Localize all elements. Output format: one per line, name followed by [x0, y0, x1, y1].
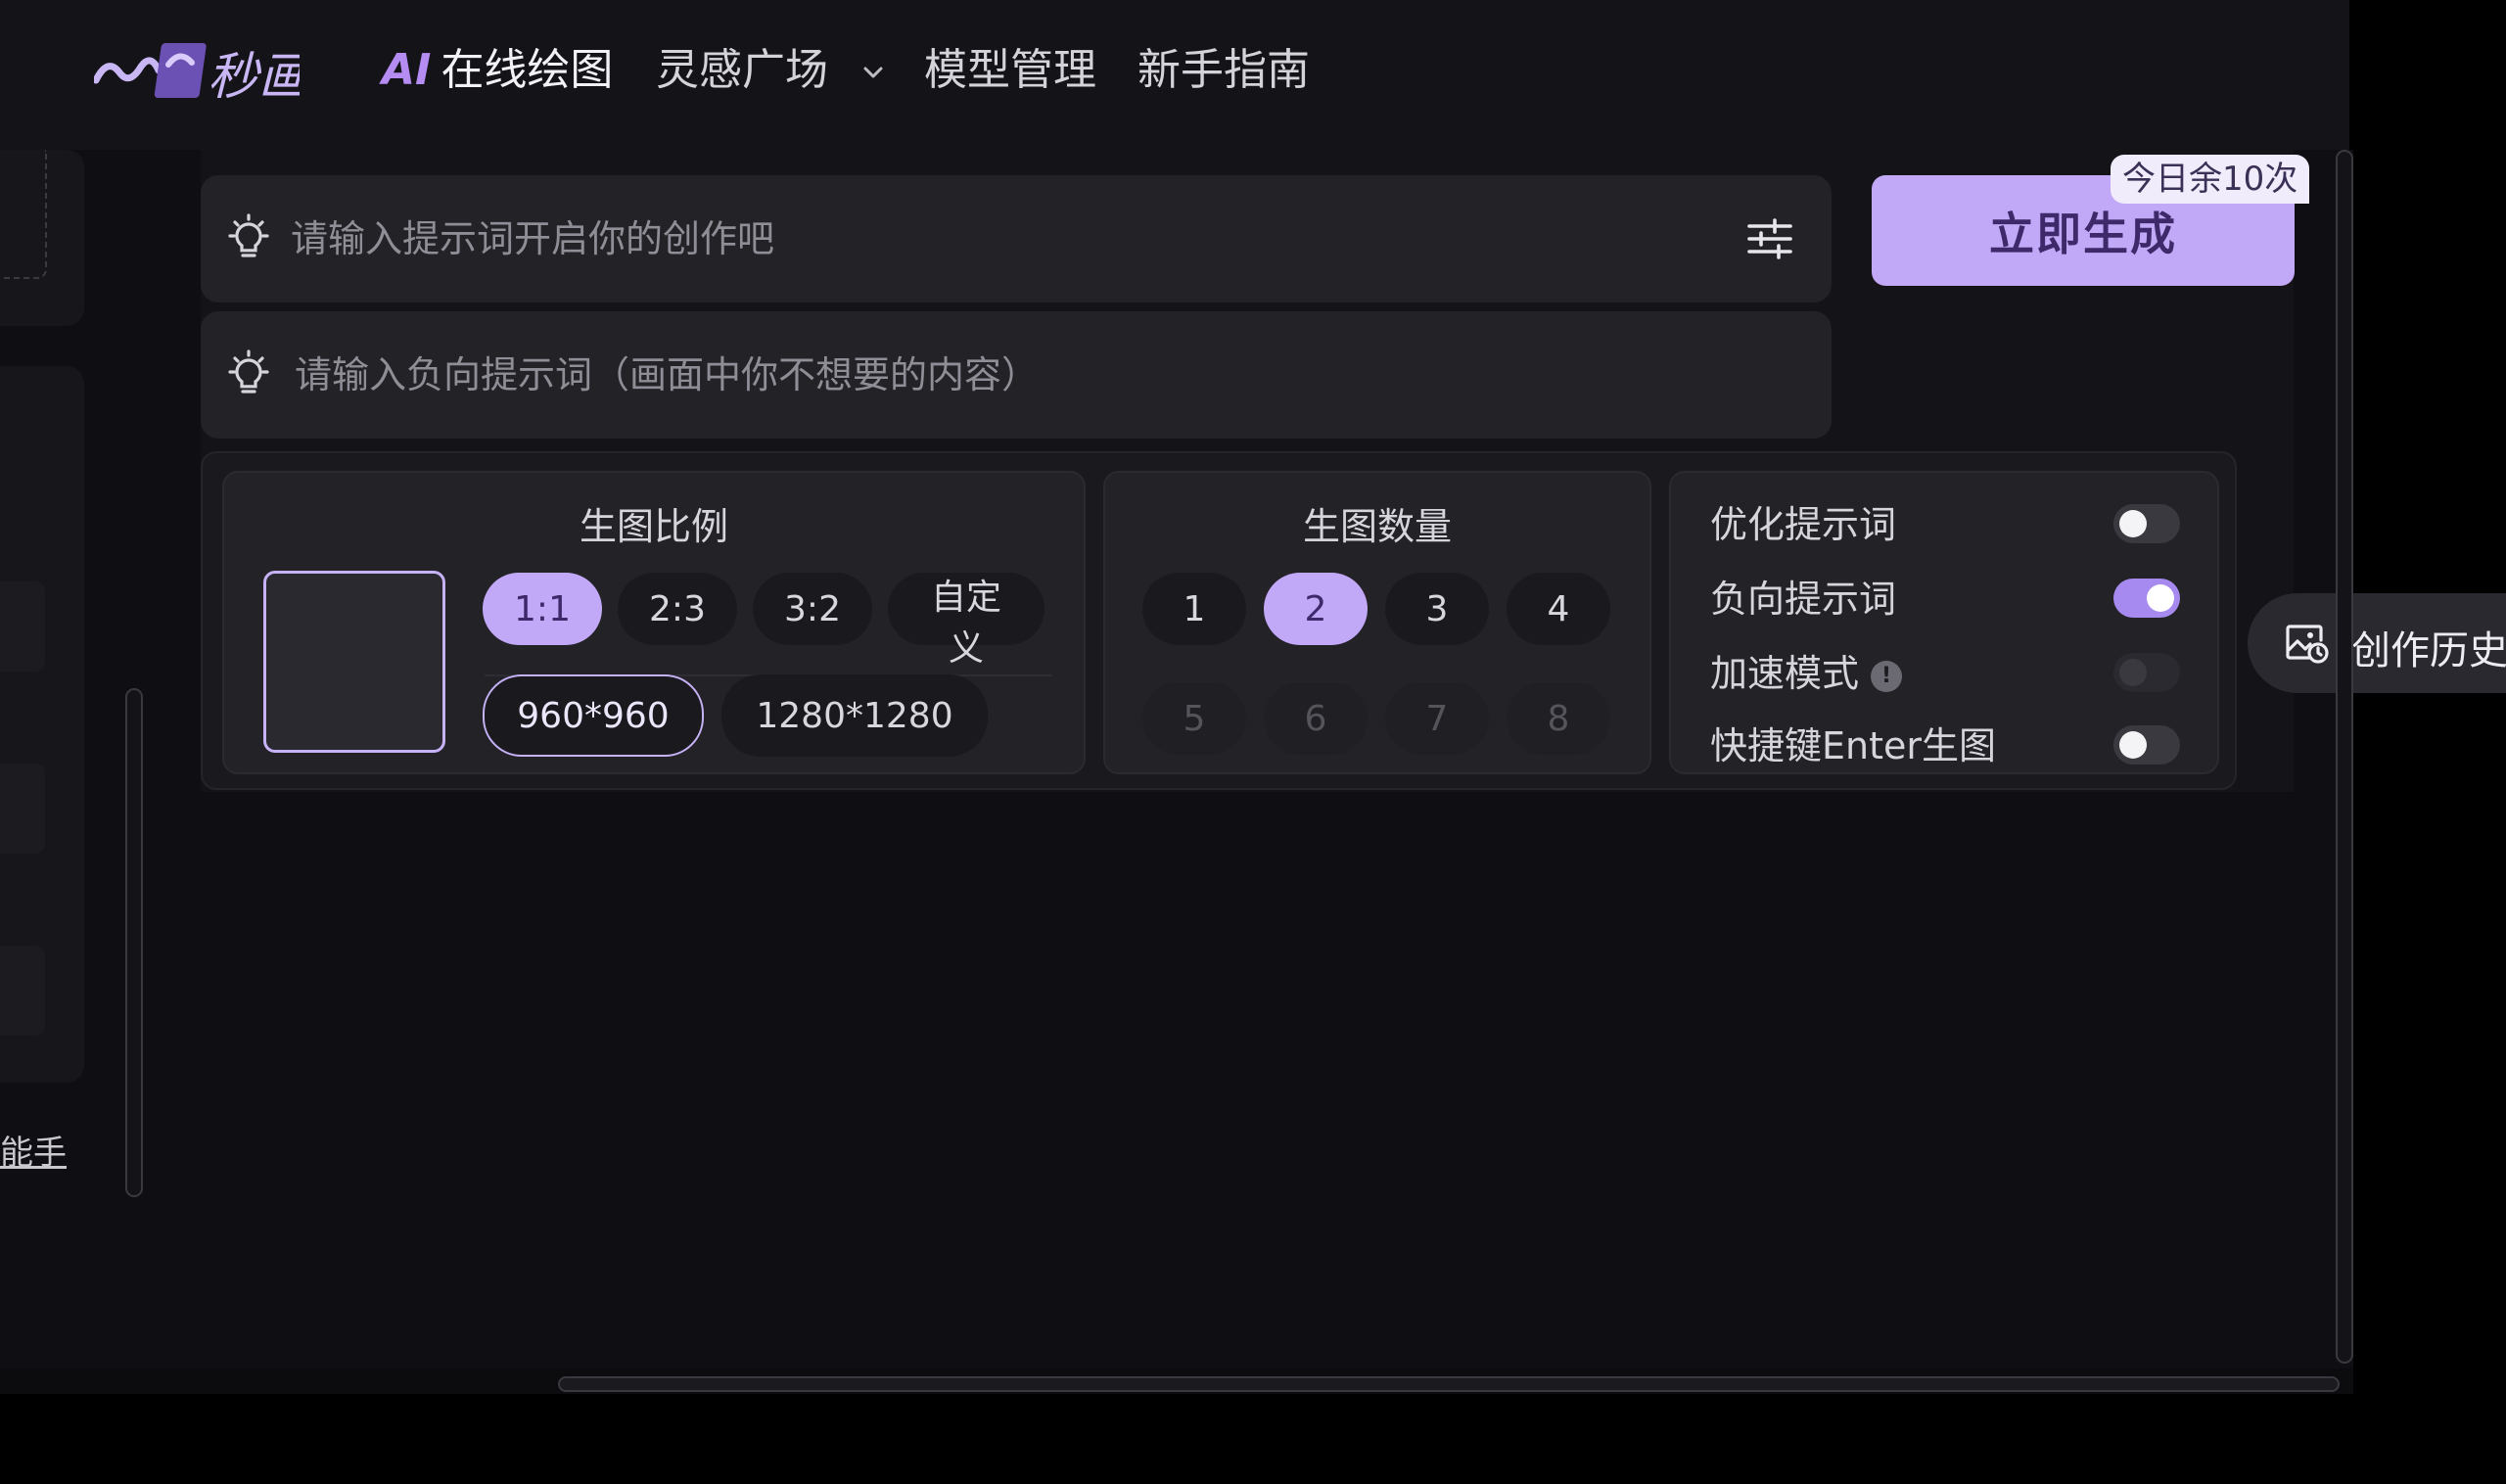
nav-online-drawing[interactable]: AI 在线绘图	[382, 39, 613, 102]
count-option-5[interactable]: 5	[1142, 682, 1246, 755]
main-vertical-scrollbar[interactable]	[2336, 150, 2353, 1364]
main-horizontal-scrollbar[interactable]	[558, 1376, 2340, 1392]
count-option-3[interactable]: 3	[1385, 573, 1489, 645]
left-option-slot[interactable]	[0, 581, 45, 672]
count-title: 生图数量	[1302, 505, 1452, 548]
count-section: 生图数量 1 2 3 4 5 6 7 8	[1103, 471, 1651, 774]
creation-history-label: 创作历史	[2351, 628, 2506, 673]
app-viewport: 秒画 AI 在线绘图 灵感广场 模型管理 新手指南 能手 请输入提示词开启你的创…	[0, 0, 2506, 1484]
lightbulb-icon	[228, 349, 269, 394]
toggle-negative-prompt[interactable]	[2113, 579, 2180, 618]
nav-model-management[interactable]: 模型管理	[924, 39, 1096, 102]
option-accelerate-text: 加速模式	[1710, 652, 1860, 695]
info-icon[interactable]: !	[1871, 660, 1903, 692]
ratio-preview	[263, 571, 445, 753]
count-option-4[interactable]: 4	[1507, 573, 1610, 645]
option-optimize-prompt-label: 优化提示词	[1710, 503, 1897, 546]
left-guide-link[interactable]: 能手	[0, 1126, 67, 1174]
toggle-optimize-prompt[interactable]	[2113, 504, 2180, 543]
count-option-1[interactable]: 1	[1142, 573, 1246, 645]
count-option-6[interactable]: 6	[1264, 682, 1368, 755]
nav-beginner-guide[interactable]: 新手指南	[1137, 39, 1310, 102]
nav-model-management-label: 模型管理	[924, 45, 1096, 95]
sliders-settings-icon[interactable]	[1743, 212, 1796, 265]
image-history-icon	[2286, 625, 2329, 664]
nav-inspiration-label: 灵感广场	[656, 45, 828, 95]
nav-ai-label: AI	[382, 45, 432, 95]
chevron-down-icon	[863, 67, 883, 78]
negative-prompt-input[interactable]	[295, 341, 1685, 409]
left-option-slot[interactable]	[0, 946, 45, 1036]
brand-name: 秒画	[208, 48, 300, 106]
ratio-option-3-2[interactable]: 3:2	[753, 573, 872, 645]
option-enter-shortcut-label: 快捷键Enter生图	[1710, 724, 1996, 767]
ratio-title: 生图比例	[579, 505, 728, 548]
option-accelerate-label: 加速模式!	[1710, 643, 1903, 697]
size-option-1280[interactable]: 1280*1280	[721, 674, 988, 757]
ratio-option-1-1[interactable]: 1:1	[483, 573, 602, 645]
top-navigation: 秒画 AI 在线绘图 灵感广场 模型管理 新手指南	[0, 0, 2349, 150]
ratio-section: 生图比例 1:1 2:3 3:2 自定义 960*960 1280*1280	[222, 471, 1086, 774]
nav-beginner-guide-label: 新手指南	[1137, 45, 1310, 95]
generation-settings-panel: 生图比例 1:1 2:3 3:2 自定义 960*960 1280*1280 生…	[201, 451, 2237, 790]
prompt-box	[201, 175, 1832, 302]
nav-online-drawing-label: 在线绘图	[441, 45, 614, 95]
toggle-enter-shortcut[interactable]	[2113, 725, 2180, 765]
negative-prompt-box	[201, 311, 1832, 439]
left-option-slot[interactable]	[0, 764, 45, 854]
creation-history-tab[interactable]: 创作历史	[2248, 593, 2506, 693]
nav-inspiration-square[interactable]: 灵感广场	[656, 39, 885, 102]
prompt-input[interactable]	[291, 205, 1681, 273]
ratio-option-2-3[interactable]: 2:3	[618, 573, 737, 645]
lightbulb-icon	[228, 213, 269, 257]
toggle-accelerate-mode[interactable]	[2113, 653, 2180, 692]
quota-badge: 今日余10次	[2111, 155, 2310, 204]
count-option-7[interactable]: 7	[1385, 682, 1489, 755]
left-scrollbar[interactable]	[125, 688, 143, 1197]
left-upload-dropzone[interactable]	[0, 150, 47, 279]
option-negative-prompt-label: 负向提示词	[1710, 578, 1897, 621]
count-option-2[interactable]: 2	[1264, 573, 1368, 645]
count-option-8[interactable]: 8	[1507, 682, 1610, 755]
ratio-option-custom[interactable]: 自定义	[888, 573, 1044, 669]
brand-logo[interactable]: 秒画	[94, 37, 300, 106]
size-option-960[interactable]: 960*960	[483, 674, 704, 757]
